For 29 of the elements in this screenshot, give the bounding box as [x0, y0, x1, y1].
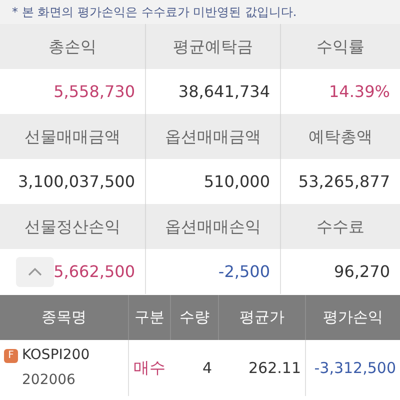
summary-label: 선물매매금액 — [24, 126, 120, 148]
summary-value: -2,500 — [218, 260, 270, 282]
summary-label: 예탁총액 — [308, 126, 372, 148]
futures-badge: F — [4, 348, 18, 362]
collapse-button[interactable] — [16, 256, 54, 286]
notice-text: * 본 화면의 평가손익은 수수료가 미반영된 값입니다. — [12, 4, 297, 21]
summary-value: 53,265,877 — [298, 170, 390, 192]
trade-side: 매수 — [134, 357, 166, 379]
summary-label: 수수료 — [316, 216, 364, 238]
item-name: KOSPI200 — [22, 346, 90, 365]
summary-label: 총손익 — [48, 36, 96, 58]
summary-label: 수익률 — [316, 36, 364, 58]
summary-label: 옵션매매손익 — [165, 216, 261, 238]
item-code: 202006 — [21, 371, 76, 390]
summary-value: 5,558,730 — [54, 80, 135, 102]
summary-label: 선물정산손익 — [24, 216, 120, 238]
summary-value: 96,270 — [334, 260, 390, 282]
summary-value: 510,000 — [204, 170, 270, 192]
summary-value: 5,662,500 — [54, 260, 135, 282]
summary-value: 14.39% — [328, 80, 390, 102]
average-price: 262.11 — [248, 358, 301, 379]
summary-value: 38,641,734 — [178, 80, 270, 102]
chevron-up-icon — [26, 266, 43, 276]
summary-label: 평균예탁금 — [173, 36, 253, 58]
column-header: 종목명 — [40, 307, 88, 328]
summary-value: 3,100,037,500 — [18, 170, 135, 192]
quantity: 4 — [202, 358, 212, 379]
summary-label: 옵션매매금액 — [165, 126, 261, 148]
valuation-pnl: -3,312,500 — [314, 358, 396, 379]
